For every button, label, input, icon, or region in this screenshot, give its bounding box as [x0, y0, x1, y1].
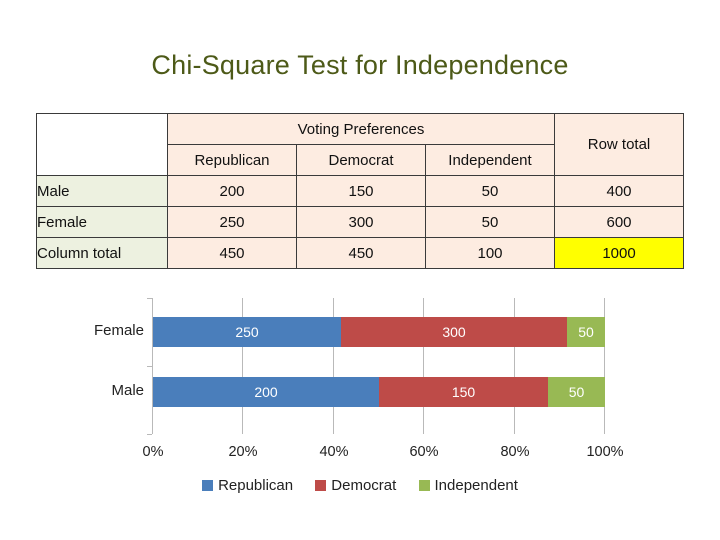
chart-segment-female-republican: 250 [153, 317, 341, 347]
table-col-header-democrat: Democrat [296, 144, 426, 176]
legend-item-democrat: Democrat [315, 477, 396, 494]
cell-male-total: 400 [554, 175, 684, 207]
table-row-total-header: Row total [554, 113, 684, 176]
chart-plot-area: 250 300 50 200 150 50 [147, 298, 605, 435]
cell-total-republican: 450 [167, 237, 297, 269]
table-row-label-female: Female [36, 206, 168, 238]
chart-legend: Republican Democrat Independent [0, 477, 720, 494]
table-col-header-independent: Independent [425, 144, 555, 176]
cell-female-democrat: 300 [296, 206, 426, 238]
contingency-table-wrapper: Voting Preferences Row total Republican … [36, 113, 684, 269]
slide: Chi-Square Test for Independence Voting … [0, 0, 720, 540]
chart-segment-male-republican: 200 [153, 377, 379, 407]
legend-swatch-icon [315, 480, 327, 491]
legend-item-republican: Republican [202, 477, 293, 494]
cell-female-republican: 250 [167, 206, 297, 238]
legend-label-democrat: Democrat [331, 477, 397, 494]
table-header-row-1: Voting Preferences Row total [36, 113, 684, 176]
chart-x-tick-4: 80% [500, 444, 530, 460]
chart-x-tick-3: 60% [409, 444, 439, 460]
table-col-header-republican: Republican [167, 144, 297, 176]
table-row: Female 250 300 50 600 [36, 206, 684, 238]
contingency-table: Voting Preferences Row total Republican … [36, 113, 684, 269]
legend-label-republican: Republican [218, 477, 294, 494]
chart-x-tick-5: 100% [586, 444, 624, 460]
table-row: Column total 450 450 100 1000 [36, 237, 684, 269]
legend-item-independent: Independent [418, 477, 518, 494]
legend-label-independent: Independent [434, 477, 518, 494]
chart-category-label-female: Female [93, 322, 144, 339]
cell-male-democrat: 150 [296, 175, 426, 207]
chart-y-tick [147, 434, 152, 435]
cell-total-democrat: 450 [296, 237, 426, 269]
cell-grand-total: 1000 [554, 237, 684, 269]
cell-male-independent: 50 [425, 175, 555, 207]
legend-swatch-icon [418, 480, 430, 491]
chart-y-tick [147, 298, 152, 299]
chart-x-tick-0: 0% [142, 444, 164, 460]
chart-segment-female-independent: 50 [567, 317, 605, 347]
chart-x-tick-1: 20% [228, 444, 258, 460]
table-row-label-column-total: Column total [36, 237, 168, 269]
table-corner-cell [36, 113, 168, 176]
chart-segment-female-democrat: 300 [341, 317, 567, 347]
cell-male-republican: 200 [167, 175, 297, 207]
cell-female-independent: 50 [425, 206, 555, 238]
cell-total-independent: 100 [425, 237, 555, 269]
table-row-label-male: Male [36, 175, 168, 207]
legend-swatch-icon [202, 480, 214, 491]
table-group-header: Voting Preferences [167, 113, 555, 145]
cell-female-total: 600 [554, 206, 684, 238]
page-title: Chi-Square Test for Independence [151, 50, 569, 80]
chart-category-label-male: Male [111, 382, 144, 399]
chart-segment-male-democrat: 150 [379, 377, 548, 407]
table-row: Male 200 150 50 400 [36, 175, 684, 207]
chart-y-tick [147, 366, 152, 367]
chart-x-tick-2: 40% [319, 444, 349, 460]
stacked-bar-chart: Female Male 250 300 50 200 150 50 0% 20%… [0, 292, 720, 522]
chart-segment-male-independent: 50 [548, 377, 605, 407]
